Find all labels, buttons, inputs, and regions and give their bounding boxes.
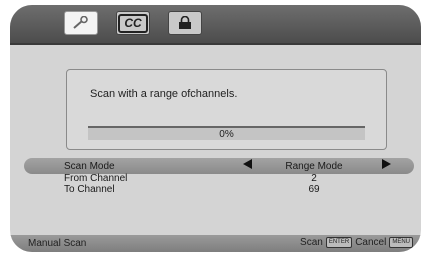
scan-mode-value[interactable]: Range Mode	[276, 161, 352, 172]
tab-closed-caption[interactable]: CC	[116, 11, 150, 35]
to-channel-value[interactable]: 69	[276, 184, 352, 195]
from-channel-value[interactable]: 2	[276, 173, 352, 184]
tab-setup[interactable]	[64, 11, 98, 35]
menu-tab-bar: CC	[10, 5, 421, 45]
lock-icon	[179, 16, 191, 29]
scan-hint-label: Scan	[300, 237, 323, 248]
wrench-icon	[73, 16, 88, 29]
scan-mode-left-arrow-icon[interactable]	[243, 159, 252, 169]
scan-mode-label: Scan Mode	[64, 161, 115, 172]
scan-progress-dialog: Scan with a range ofchannels. 0%	[66, 69, 387, 150]
scan-mode-right-arrow-icon[interactable]	[382, 159, 391, 169]
tab-lock[interactable]	[168, 11, 202, 35]
enter-key-icon: ENTER	[325, 237, 353, 248]
scan-message: Scan with a range ofchannels.	[90, 88, 238, 100]
cancel-hint-label: Cancel	[355, 237, 387, 248]
menu-key-icon: MENU	[389, 237, 413, 248]
menu-panel: CC Scan with a range ofchannels. 0% Scan…	[10, 5, 421, 252]
from-channel-label: From Channel	[64, 173, 128, 184]
footer-title: Manual Scan	[28, 238, 87, 249]
scan-progress-bar: 0%	[88, 126, 365, 140]
scan-progress-text: 0%	[219, 129, 234, 140]
footer-hints: Scan ENTER Cancel MENU	[300, 237, 413, 248]
tab-cc-label: CC	[118, 13, 148, 33]
to-channel-label: To Channel	[64, 184, 115, 195]
footer-bar: Manual Scan Scan ENTER Cancel MENU	[10, 235, 421, 252]
